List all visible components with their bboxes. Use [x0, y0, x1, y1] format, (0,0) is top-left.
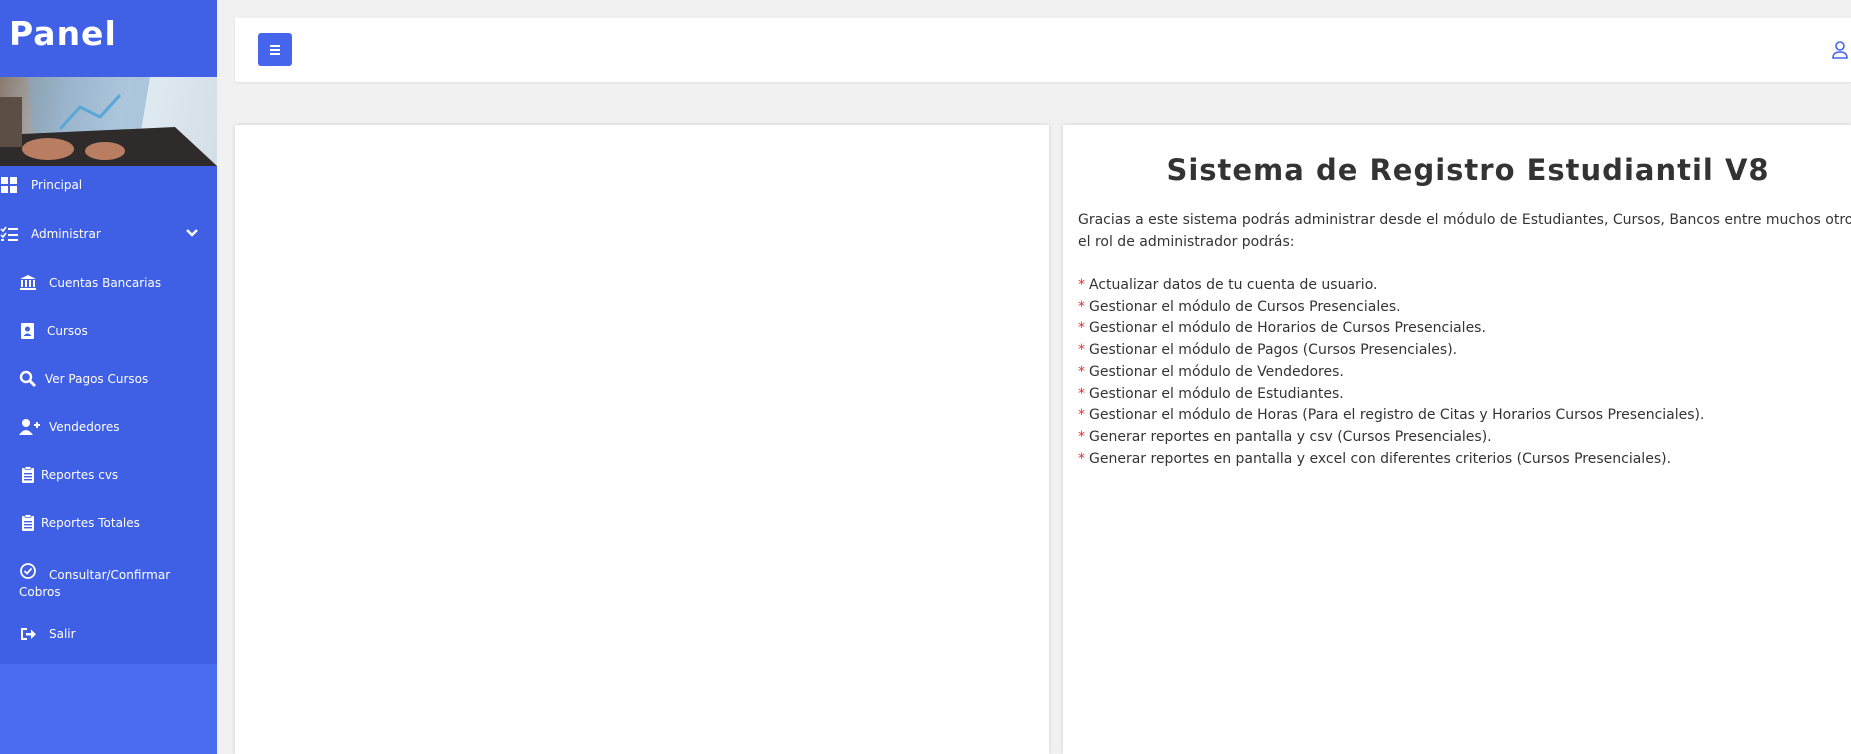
- sidebar-item-principal[interactable]: Principal: [0, 166, 217, 206]
- feature-text: Generar reportes en pantalla y excel con…: [1089, 450, 1672, 467]
- sidebar-item-label: Cursos: [47, 324, 88, 338]
- list-item: * Gestionar el módulo de Horas (Para el r…: [1078, 405, 1704, 427]
- sidebar-item-label: Administrar: [31, 227, 101, 241]
- list-item: * Gestionar el módulo de Estudiantes.: [1078, 384, 1704, 406]
- sidebar-item-label: Reportes cvs: [41, 468, 119, 482]
- bullet-star: *: [1078, 363, 1085, 380]
- sidebar-item-label: Ver Pagos Cursos: [45, 372, 149, 386]
- sidebar: Panel Principal Administrar Cuentas Banc…: [0, 0, 217, 754]
- intro-line-2: el rol de administrador podrás:: [1078, 234, 1295, 250]
- topbar: [235, 18, 1851, 82]
- bullet-star: *: [1078, 385, 1085, 402]
- feature-list: * Actualizar datos de tu cuenta de usuari…: [1078, 275, 1704, 470]
- sidebar-item-vendedores[interactable]: Vendedores: [0, 408, 217, 448]
- feature-text: Actualizar datos de tu cuenta de usuario…: [1089, 277, 1378, 293]
- feature-text: Gestionar el módulo de Pagos (Cursos Pre…: [1089, 342, 1458, 359]
- bullet-star: *: [1078, 450, 1085, 467]
- brand-title: Panel: [9, 14, 117, 53]
- brand[interactable]: Panel: [0, 0, 217, 77]
- chevron-down-icon[interactable]: [185, 226, 199, 240]
- bullet-star: *: [1078, 428, 1085, 445]
- left-content-panel: [235, 125, 1049, 754]
- list-item: * Generar reportes en pantalla y excel co…: [1078, 449, 1704, 471]
- user-plus-icon: [19, 419, 40, 435]
- sidebar-item-cuentas-bancarias[interactable]: Cuentas Bancarias: [0, 264, 217, 304]
- sidebar-item-label: Vendedores: [49, 420, 120, 434]
- sidebar-item-label: Consultar/Confirmar Cobros: [19, 568, 171, 599]
- laptop-photo-illustration: [0, 77, 217, 166]
- list-item: * Gestionar el módulo de Pagos (Cursos Pr…: [1078, 340, 1704, 362]
- list-item: * Gestionar el módulo de Horarios de Curs…: [1078, 318, 1704, 340]
- sidebar-item-label: Reportes Totales: [41, 516, 140, 530]
- sidebar-item-administrar[interactable]: Administrar: [0, 215, 217, 255]
- user-icon[interactable]: [1829, 40, 1851, 60]
- sidebar-item-ver-pagos-cursos[interactable]: Ver Pagos Cursos: [0, 360, 217, 400]
- feature-text: Gestionar el módulo de Vendedores.: [1089, 363, 1344, 380]
- intro-text: Gracias a este sistema podrás administra…: [1078, 209, 1851, 253]
- sidebar-toggle-button[interactable]: [258, 33, 292, 66]
- sidebar-item-salir[interactable]: Salir: [0, 615, 217, 655]
- sidebar-item-cursos[interactable]: Cursos: [0, 312, 217, 352]
- feature-text: Gestionar el módulo de Cursos Presencial…: [1089, 298, 1401, 315]
- sidebar-item-reportes-totales[interactable]: Reportes Totales: [0, 504, 217, 544]
- id-card-icon: [21, 323, 34, 339]
- feature-text: Gestionar el módulo de Estudiantes.: [1089, 385, 1344, 402]
- list-item: * Gestionar el módulo de Cursos Presencia…: [1078, 297, 1704, 319]
- search-icon: [19, 370, 37, 388]
- feature-text: Generar reportes en pantalla y csv (Curs…: [1089, 428, 1492, 445]
- bullet-star: *: [1078, 342, 1085, 359]
- bank-icon: [20, 275, 36, 290]
- sign-out-icon: [21, 628, 36, 640]
- sidebar-item-reportes-cvs[interactable]: Reportes cvs: [0, 456, 217, 496]
- clipboard-icon: [22, 514, 34, 531]
- hamburger-menu-icon: [270, 45, 280, 55]
- bullet-star: *: [1078, 298, 1085, 315]
- dashboard-icon: [1, 177, 17, 193]
- clipboard-icon: [22, 466, 34, 483]
- list-item: * Generar reportes en pantalla y csv (Cur…: [1078, 427, 1704, 449]
- bullet-star: *: [1078, 277, 1085, 293]
- feature-text: Gestionar el módulo de Horas (Para el re…: [1089, 407, 1705, 424]
- sidebar-item-label: Cuentas Bancarias: [49, 276, 162, 290]
- sidebar-hero-image: [0, 77, 217, 166]
- sidebar-item-label: Principal: [31, 178, 83, 192]
- list-item: * Actualizar datos de tu cuenta de usuari…: [1078, 275, 1704, 297]
- bullet-star: *: [1078, 320, 1085, 337]
- sidebar-item-label: Salir: [49, 627, 76, 641]
- intro-line-1: Gracias a este sistema podrás administra…: [1078, 212, 1851, 228]
- right-content-panel: Sistema de Registro Estudiantil V8 Graci…: [1063, 125, 1851, 754]
- page-title: Sistema de Registro Estudiantil V8: [1166, 153, 1770, 187]
- sidebar-item-consultar-confirmar-cobros[interactable]: Consultar/Confirmar Cobros: [0, 552, 217, 606]
- bullet-star: *: [1078, 407, 1085, 424]
- list-item: * Gestionar el módulo de Vendedores.: [1078, 362, 1704, 384]
- tasks-icon: [0, 226, 18, 241]
- feature-text: Gestionar el módulo de Horarios de Curso…: [1089, 320, 1486, 337]
